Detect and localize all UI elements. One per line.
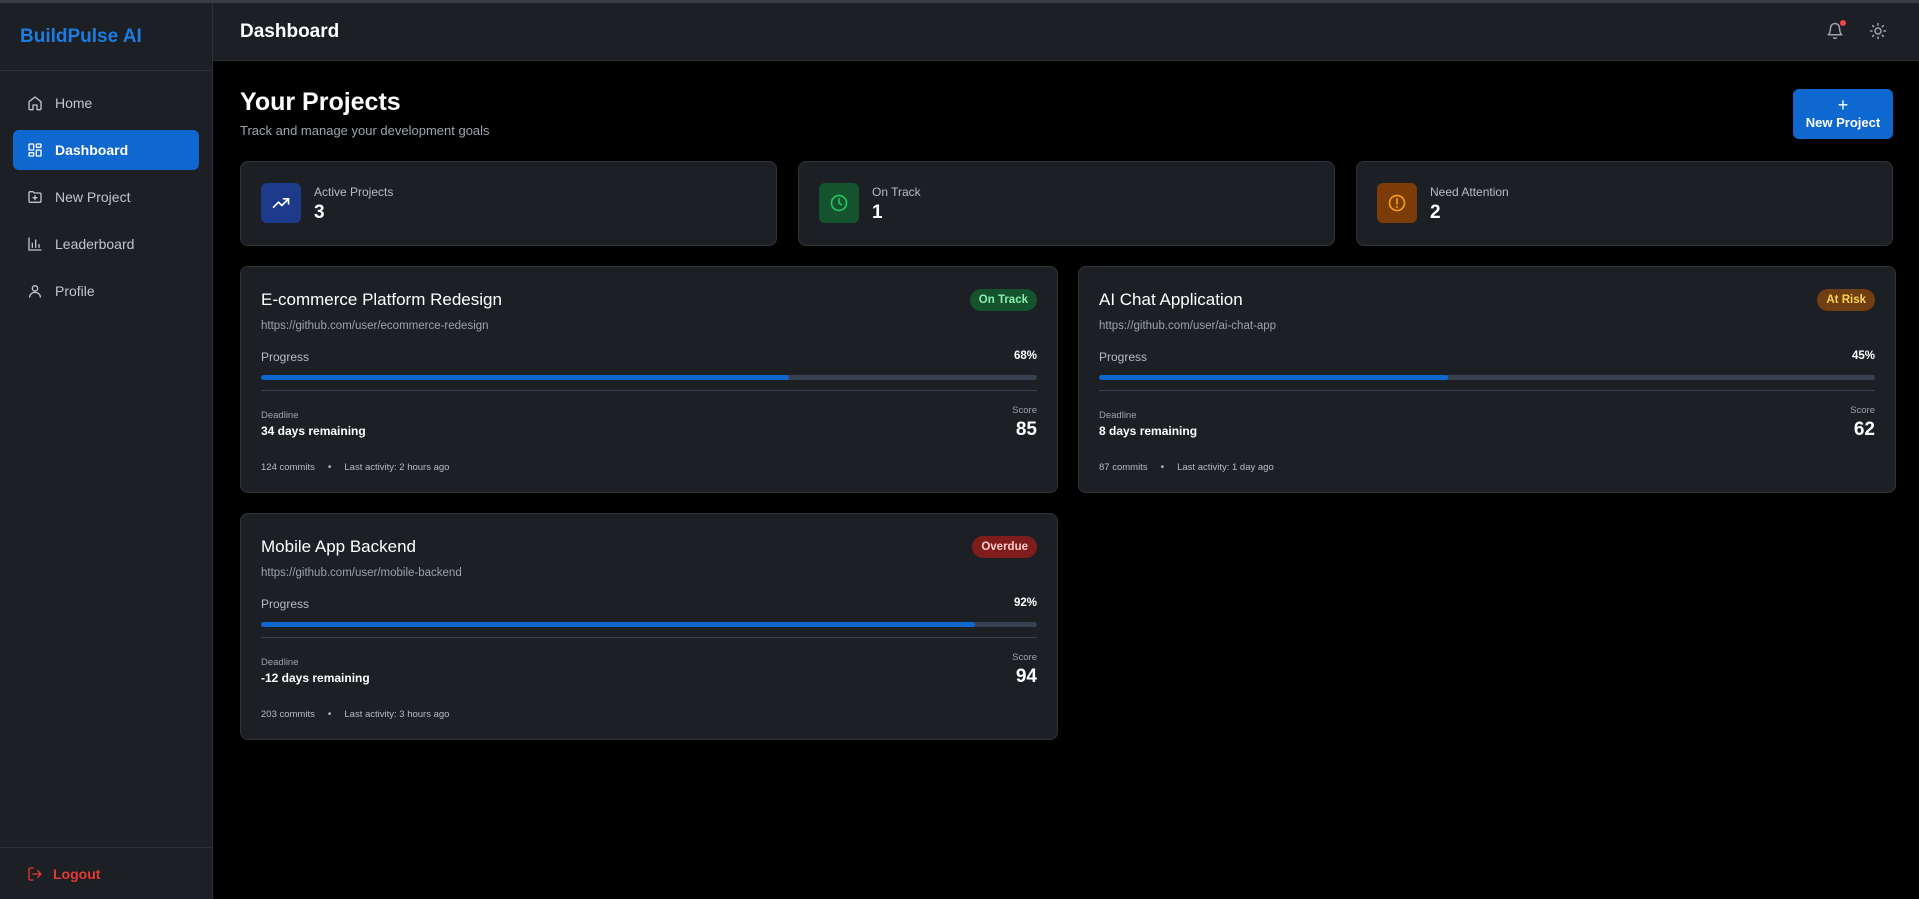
- status-badge: At Risk: [1817, 289, 1875, 311]
- new-project-button[interactable]: + New Project: [1793, 89, 1893, 139]
- stat-value: 1: [872, 202, 883, 223]
- commit-count: 124 commits: [261, 462, 315, 473]
- score-label: Score: [1012, 405, 1037, 416]
- sidebar-footer: Logout: [0, 847, 212, 899]
- progress-value: 45%: [1851, 350, 1875, 362]
- project-card[interactable]: E-commerce Platform Redesign On Track ht…: [240, 266, 1058, 493]
- progress-value: 92%: [1013, 597, 1037, 609]
- stat-label: On Track: [872, 185, 921, 199]
- sidebar-item-label: Profile: [55, 283, 95, 299]
- plus-icon: +: [1837, 95, 1849, 115]
- stat-label: Active Projects: [314, 185, 394, 199]
- sidebar-item-leaderboard[interactable]: Leaderboard: [13, 224, 199, 264]
- project-title[interactable]: AI Chat Application: [1099, 290, 1243, 310]
- stat-value: 2: [1430, 202, 1441, 223]
- project-title[interactable]: E-commerce Platform Redesign: [261, 290, 502, 310]
- stat-value: 3: [314, 202, 325, 223]
- meta-separator: •: [1160, 462, 1165, 473]
- progress-fill: [261, 375, 789, 380]
- deadline-label: Deadline: [1099, 410, 1137, 421]
- dashboard-icon: [27, 142, 43, 158]
- progress-label: Progress: [261, 350, 310, 364]
- project-url[interactable]: https://github.com/user/ecommerce-redesi…: [261, 320, 489, 332]
- progress-fill: [261, 622, 975, 627]
- meta-separator: •: [327, 709, 332, 720]
- score-label: Score: [1012, 652, 1037, 663]
- header-title: Dashboard: [240, 21, 340, 42]
- project-meta: 124 commits • Last activity: 2 hours ago: [261, 462, 449, 473]
- status-badge: On Track: [969, 289, 1037, 311]
- progress-fill: [1099, 375, 1449, 380]
- logout-button[interactable]: Logout: [27, 866, 100, 882]
- project-card[interactable]: AI Chat Application At Risk https://gith…: [1078, 266, 1896, 493]
- project-url[interactable]: https://github.com/user/mobile-backend: [261, 567, 462, 579]
- score-value: 62: [1853, 419, 1875, 440]
- sidebar-item-home[interactable]: Home: [13, 83, 199, 123]
- card-divider: [1099, 390, 1875, 391]
- trending-up-icon: [261, 183, 301, 223]
- progress-label: Progress: [1099, 350, 1148, 364]
- sidebar: BuildPulse AI Home Dashboard New Project…: [0, 3, 213, 899]
- stat-label: Need Attention: [1430, 185, 1509, 199]
- score-value: 94: [1015, 666, 1037, 687]
- sidebar-item-label: Home: [55, 95, 93, 111]
- page-subtitle: Track and manage your development goals: [240, 123, 490, 138]
- logout-label: Logout: [53, 865, 101, 882]
- alert-circle-icon: [1377, 183, 1417, 223]
- deadline-value: 8 days remaining: [1099, 424, 1198, 438]
- bar-chart-icon: [27, 236, 43, 252]
- sidebar-item-new-project[interactable]: New Project: [13, 177, 199, 217]
- commit-count: 203 commits: [261, 709, 315, 720]
- folder-plus-icon: [27, 189, 43, 205]
- sidebar-item-label: Dashboard: [55, 142, 129, 158]
- sidebar-nav: Home Dashboard New Project Leaderboard P…: [0, 71, 212, 311]
- sun-icon[interactable]: [1869, 22, 1887, 40]
- meta-separator: •: [327, 462, 332, 473]
- sidebar-item-dashboard[interactable]: Dashboard: [13, 130, 199, 170]
- progress-value: 68%: [1013, 350, 1037, 362]
- project-card[interactable]: Mobile App Backend Overdue https://githu…: [240, 513, 1058, 740]
- project-title[interactable]: Mobile App Backend: [261, 537, 416, 557]
- page-title: Your Projects: [240, 88, 401, 116]
- card-divider: [261, 390, 1037, 391]
- progress-bar: [1099, 375, 1875, 380]
- score-label: Score: [1850, 405, 1875, 416]
- deadline-label: Deadline: [261, 657, 299, 668]
- progress-bar: [261, 375, 1037, 380]
- last-activity: Last activity: 2 hours ago: [344, 462, 450, 473]
- clock-icon: [819, 183, 859, 223]
- sidebar-item-label: Leaderboard: [55, 236, 135, 252]
- sidebar-item-label: New Project: [55, 189, 131, 205]
- commit-count: 87 commits: [1099, 462, 1148, 473]
- stat-card-on-track: On Track 1: [798, 161, 1335, 246]
- brand-logo[interactable]: BuildPulse AI: [0, 3, 212, 71]
- deadline-value: 34 days remaining: [261, 424, 366, 438]
- progress-label: Progress: [261, 597, 310, 611]
- stat-card-active-projects: Active Projects 3: [240, 161, 777, 246]
- last-activity: Last activity: 1 day ago: [1177, 462, 1274, 473]
- deadline-label: Deadline: [261, 410, 299, 421]
- score-value: 85: [1015, 419, 1037, 440]
- project-url[interactable]: https://github.com/user/ai-chat-app: [1099, 320, 1276, 332]
- top-header: Dashboard: [213, 3, 1919, 61]
- progress-bar: [261, 622, 1037, 627]
- sidebar-item-profile[interactable]: Profile: [13, 271, 199, 311]
- logout-icon: [27, 866, 43, 882]
- deadline-value: -12 days remaining: [261, 671, 370, 685]
- stat-card-need-attention: Need Attention 2: [1356, 161, 1893, 246]
- notification-dot: [1840, 20, 1846, 26]
- card-divider: [261, 637, 1037, 638]
- user-icon: [27, 283, 43, 299]
- project-meta: 203 commits • Last activity: 3 hours ago: [261, 709, 449, 720]
- home-icon: [27, 95, 43, 111]
- status-badge: Overdue: [972, 536, 1037, 558]
- new-project-label: New Project: [1805, 115, 1881, 130]
- project-meta: 87 commits • Last activity: 1 day ago: [1099, 462, 1274, 473]
- last-activity: Last activity: 3 hours ago: [344, 709, 450, 720]
